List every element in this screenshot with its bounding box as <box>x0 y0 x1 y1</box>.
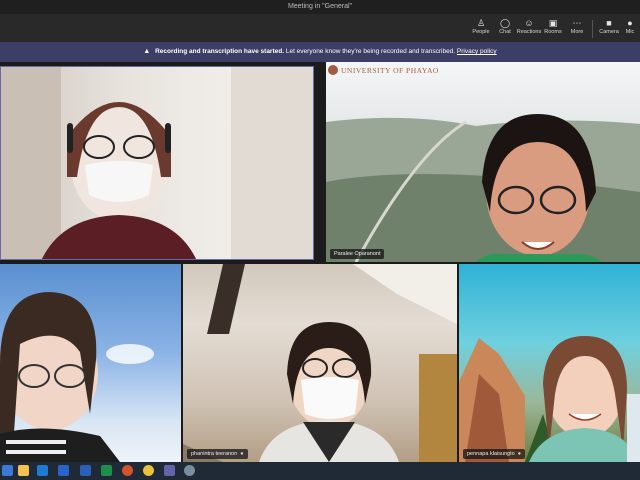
participant-video-2 <box>326 114 640 262</box>
mic-label: Mic <box>625 29 635 35</box>
start-icon[interactable] <box>2 465 13 476</box>
mic-button[interactable]: ● Mic <box>620 17 640 41</box>
more-label: More <box>570 29 584 35</box>
participant-name-5-text: pennapa klaisungto <box>467 451 515 457</box>
participant-video-1 <box>1 67 313 259</box>
participant-tile-5[interactable]: pennapa klaisungto ● <box>459 264 640 462</box>
app-icon[interactable] <box>184 465 195 476</box>
participant-video-3 <box>0 292 154 462</box>
participant-video-5 <box>459 336 640 462</box>
powerpoint-icon[interactable] <box>122 465 133 476</box>
microphone-icon: ● <box>517 451 522 457</box>
participant-video-4 <box>183 264 457 462</box>
more-icon: ⋯ <box>572 18 582 28</box>
rooms-icon: ▣ <box>548 18 558 28</box>
participant-tile-1[interactable] <box>0 66 314 260</box>
banner-bold-text: Recording and transcription have started… <box>155 48 285 55</box>
store-icon[interactable] <box>37 465 48 476</box>
chrome-icon[interactable] <box>143 465 154 476</box>
participant-name-2: Paralee Oparanont <box>330 249 385 259</box>
participant-tile-4[interactable]: phanintra teeranon ● <box>183 264 457 462</box>
people-label: People <box>472 29 490 35</box>
chat-icon: ◯ <box>499 18 511 28</box>
reactions-button[interactable]: ☺ Reactions <box>516 17 542 41</box>
teams-icon[interactable] <box>164 465 175 476</box>
participant-tile-3[interactable] <box>0 264 181 462</box>
participant-tile-2[interactable]: UNIVERSITY OF PHAYAO Paralee Oparanont <box>326 62 640 262</box>
window-title: Meeting in "General" <box>0 0 640 14</box>
camera-button[interactable]: ■ Camera <box>596 17 622 41</box>
more-button[interactable]: ⋯ More <box>564 17 590 41</box>
people-button[interactable]: ♙ People <box>468 17 494 41</box>
chat-label: Chat <box>499 29 511 35</box>
excel-icon[interactable] <box>101 465 112 476</box>
people-icon: ♙ <box>476 18 486 28</box>
camera-label: Camera <box>599 29 619 35</box>
mail-icon[interactable] <box>58 465 69 476</box>
reactions-label: Reactions <box>516 29 542 35</box>
university-name: UNIVERSITY OF PHAYAO <box>341 66 439 75</box>
camera-icon: ■ <box>606 18 612 28</box>
reactions-icon: ☺ <box>524 18 534 28</box>
file-explorer-icon[interactable] <box>18 465 29 476</box>
participant-name-5: pennapa klaisungto ● <box>463 449 526 459</box>
toolbar-divider <box>592 20 593 38</box>
chat-button[interactable]: ◯ Chat <box>492 17 518 41</box>
microphone-icon: ● <box>627 18 633 28</box>
word-icon[interactable] <box>80 465 91 476</box>
participant-name-4: phanintra teeranon ● <box>187 449 248 459</box>
rooms-label: Rooms <box>544 29 562 35</box>
taskbar <box>0 462 640 480</box>
microphone-icon: ● <box>240 451 244 457</box>
warning-icon: ▲ <box>143 48 151 55</box>
meeting-toolbar: ♙ People ◯ Chat ☺ Reactions ▣ Rooms ⋯ Mo… <box>0 14 640 42</box>
video-stage: UNIVERSITY OF PHAYAO Paralee Oparanont p… <box>0 62 640 462</box>
recording-banner: ▲ Recording and transcription have start… <box>0 42 640 62</box>
privacy-policy-link[interactable]: Privacy policy <box>457 48 497 55</box>
rooms-button[interactable]: ▣ Rooms <box>540 17 566 41</box>
participant-name-4-text: phanintra teeranon <box>191 451 238 457</box>
banner-text: Let everyone know they're being recorded… <box>285 48 456 55</box>
university-logo <box>328 65 338 75</box>
